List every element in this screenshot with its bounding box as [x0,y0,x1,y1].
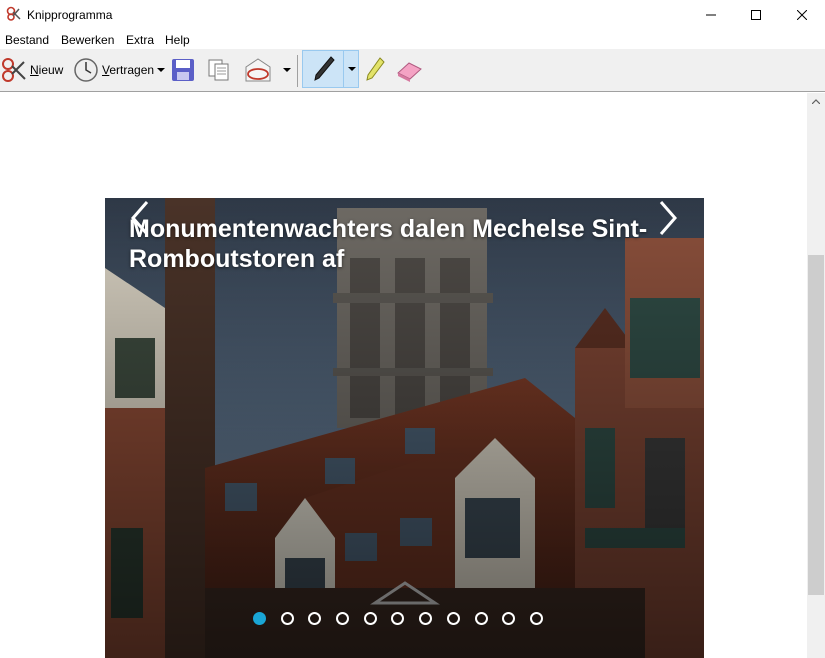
delay-button[interactable]: Vertragen [73,53,154,87]
minimize-icon [706,14,716,16]
menu-bewerken[interactable]: Bewerken [61,33,114,47]
delay-label: Vertragen [102,63,155,77]
window-title: Knipprogramma [27,8,113,22]
minimize-button[interactable] [688,0,734,30]
send-email-icon [245,58,271,82]
toolbar-separator [297,55,298,87]
send-dropdown-caret[interactable] [283,68,291,72]
scroll-thumb[interactable] [808,255,824,595]
slider-dot[interactable] [474,612,488,625]
pen-icon [314,56,335,81]
delay-dropdown-caret[interactable] [157,68,165,72]
new-snip-button[interactable]: Nieuw [1,53,63,87]
copy-icon [208,59,229,81]
slider-pagination [253,612,558,625]
eraser-button[interactable] [395,53,423,87]
news-slider: Monumentenwachters dalen Mechelse Sint-R… [105,198,704,658]
pen-button[interactable] [302,50,359,88]
slider-dot[interactable] [446,612,460,625]
chevron-up-icon [812,99,820,104]
clock-icon [74,58,98,82]
snip-canvas: Monumentenwachters dalen Mechelse Sint-R… [0,93,807,658]
pen-split-divider [343,51,344,87]
save-button[interactable] [171,53,195,87]
slider-dot[interactable] [336,612,350,625]
headline[interactable]: Monumentenwachters dalen Mechelse Sint-R… [129,214,689,274]
slider-dot[interactable] [391,612,405,625]
scroll-up-button[interactable] [807,93,825,110]
menu-bar: Bestand Bewerken Extra Help [0,30,825,49]
maximize-icon [751,10,761,20]
close-button[interactable] [779,0,825,30]
highlighter-icon [366,57,385,81]
menu-bestand[interactable]: Bestand [5,33,49,47]
slider-dot[interactable] [253,612,266,625]
slider-dot[interactable] [280,612,294,625]
menu-help[interactable]: Help [165,33,190,47]
slider-dot[interactable] [308,612,322,625]
copy-button[interactable] [207,53,231,87]
eraser-icon [397,62,422,82]
maximize-button[interactable] [733,0,779,30]
vertical-scrollbar[interactable] [807,93,825,658]
snipping-tool-app-icon [6,6,21,21]
highlighter-button[interactable] [363,53,387,87]
slider-dot[interactable] [529,612,543,625]
slider-dot[interactable] [502,612,516,625]
new-snip-label: Nieuw [30,63,64,77]
pen-dropdown-caret[interactable] [348,67,356,71]
title-bar: Knipprogramma [0,0,825,30]
slider-dot[interactable] [419,612,433,625]
menu-extra[interactable]: Extra [126,33,154,47]
save-icon [172,59,194,81]
send-button[interactable] [244,53,272,87]
slider-dot[interactable] [363,612,377,625]
close-icon [797,10,807,20]
chevron-right-icon[interactable] [653,198,683,238]
scissors-icon [2,58,26,82]
chevron-left-icon[interactable] [125,198,155,238]
